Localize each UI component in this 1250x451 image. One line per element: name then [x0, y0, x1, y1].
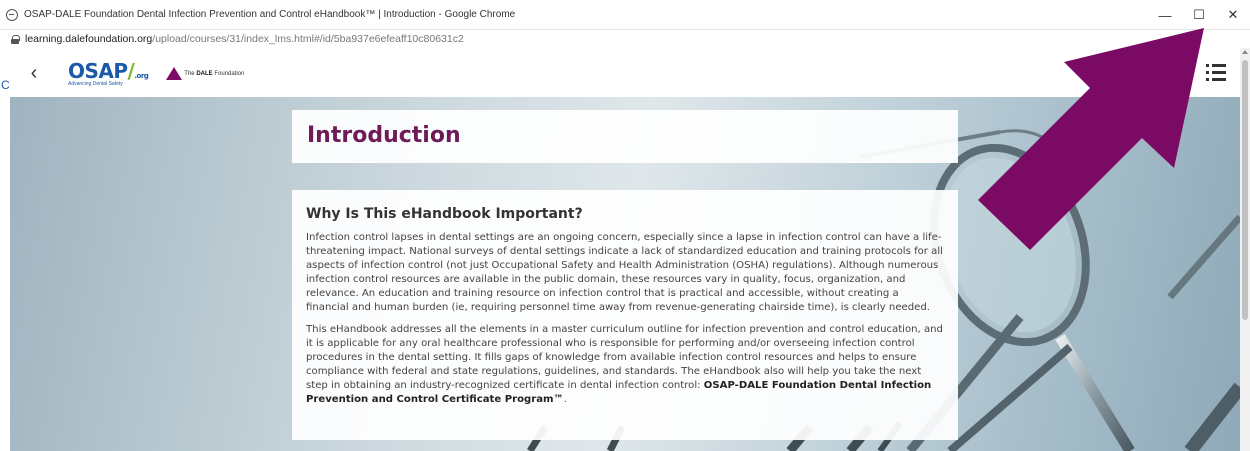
osap-logo[interactable]: OSAP/.org Advancing Dental Safety: [68, 58, 149, 87]
dale-triangle-icon: [166, 67, 183, 80]
paragraph-2: This eHandbook addresses all the element…: [306, 323, 944, 407]
url-text[interactable]: learning.dalefoundation.org/upload/cours…: [25, 33, 464, 45]
dale-logo-bold: DALE: [196, 70, 213, 77]
close-button[interactable]: ✕: [1216, 0, 1250, 30]
osap-logo-text: OSAP: [68, 58, 128, 83]
window-title: OSAP-DALE Foundation Dental Infection Pr…: [24, 9, 516, 20]
dale-logo-prefix: The: [184, 70, 195, 77]
back-chevron-icon[interactable]: ‹: [22, 62, 46, 86]
url-domain: learning.dalefoundation.org: [25, 33, 153, 45]
dale-logo-suffix: Foundation: [214, 70, 245, 77]
content-card: Why Is This eHandbook Important? Infecti…: [292, 190, 958, 440]
left-page-edge: C: [0, 50, 10, 451]
osap-logo-suffix: .org: [134, 71, 149, 80]
page-favicon-icon: [6, 8, 18, 21]
left-edge-fragment: C: [1, 78, 10, 92]
arrow-shape: [978, 28, 1204, 250]
page-scrollbar[interactable]: [1240, 48, 1250, 451]
title-card: Introduction: [292, 110, 958, 163]
dale-foundation-logo[interactable]: The DALE Foundation: [166, 67, 244, 80]
section-heading: Why Is This eHandbook Important?: [306, 206, 583, 222]
annotation-arrow-icon: [978, 28, 1204, 250]
url-path: /upload/courses/31/index_lms.html#/id/5b…: [152, 33, 464, 45]
paragraph-1: Infection control lapses in dental setti…: [306, 232, 943, 313]
lock-icon[interactable]: [11, 34, 20, 44]
scroll-up-icon[interactable]: [1242, 50, 1248, 54]
paragraph-2-end: .: [563, 394, 567, 405]
page-title: Introduction: [307, 123, 461, 148]
osap-tagline: Advancing Dental Safety: [68, 80, 123, 87]
dale-logo-text: The DALE Foundation: [184, 71, 244, 77]
scrollbar-thumb[interactable]: [1242, 60, 1248, 320]
osap-logo-wordmark: OSAP/.org: [68, 58, 149, 83]
